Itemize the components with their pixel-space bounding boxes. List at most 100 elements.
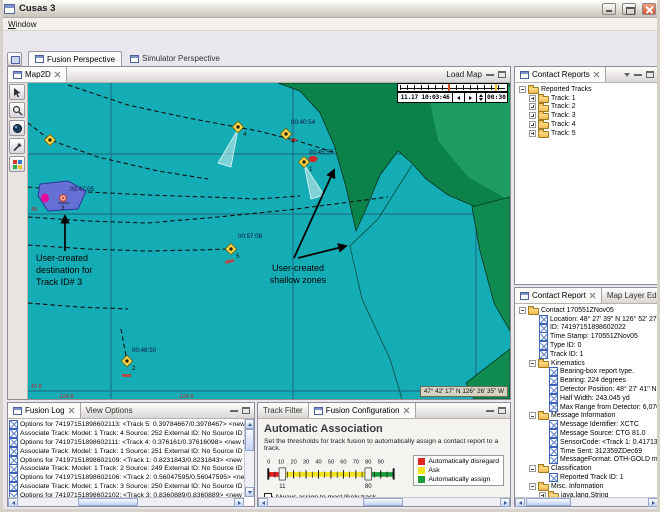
log-entry[interactable]: Options for 74197151898602111: <Track 4:…: [9, 438, 244, 447]
log-entry[interactable]: Associate Track: Model: 1 Track: 1 Sourc…: [9, 447, 244, 456]
tree-item-field[interactable]: Reported Track ID: 1: [517, 473, 658, 482]
tree-item-reported-tracks[interactable]: Reported Tracks: [517, 85, 658, 94]
log-entry[interactable]: Associate Track: Model: 1 Track: 4 Sourc…: [9, 429, 244, 438]
collapse-icon[interactable]: [529, 465, 536, 472]
scroll-up-button[interactable]: [245, 419, 254, 429]
tree-item-field[interactable]: ID: 74197151898602022: [517, 324, 658, 333]
tree-item-contact[interactable]: Contact 170551ZNov05: [517, 306, 658, 315]
expand-icon[interactable]: [529, 95, 536, 102]
expand-icon[interactable]: [529, 103, 536, 110]
timeline-spinner[interactable]: [477, 92, 486, 103]
tree-item-field[interactable]: Message Identifier: XCTC: [517, 420, 658, 429]
minimize-icon[interactable]: [230, 409, 238, 412]
timeline-ruler[interactable]: [397, 83, 508, 92]
maximize-icon[interactable]: [646, 71, 654, 78]
map-canvas[interactable]: 3 00:47:05 4 4: [28, 83, 510, 399]
log-entry[interactable]: Associate Track: Model: 1 Track: 3 Sourc…: [9, 482, 244, 491]
tab-fusion-perspective[interactable]: Fusion Perspective: [28, 51, 122, 66]
tab-fusion-log[interactable]: Fusion Log: [8, 403, 81, 418]
log-entry[interactable]: Options for 74197151898602109: <Track 1:…: [9, 456, 244, 465]
tree-item-field[interactable]: Detector Position: 48° 27' 41" N 126° 52…: [517, 385, 658, 394]
maximize-icon[interactable]: [498, 407, 506, 414]
tree-item-field[interactable]: Max Range from Detector: 6,076.115 yd: [517, 403, 658, 412]
perspective-switcher-icon[interactable]: [7, 52, 22, 66]
tree-item-field[interactable]: Time Stamp: 170551ZNov05: [517, 332, 658, 341]
zoom-tool-button[interactable]: [9, 102, 25, 118]
minimize-icon[interactable]: [634, 73, 642, 76]
scrollbar-thumb[interactable]: [78, 498, 138, 506]
minimize-icon[interactable]: [486, 409, 494, 412]
load-map-button[interactable]: Load Map: [446, 70, 482, 79]
tree-item-track[interactable]: Track: 5: [517, 129, 658, 138]
close-icon[interactable]: [403, 407, 410, 414]
tab-contact-reports[interactable]: Contact Reports: [515, 67, 606, 82]
scroll-down-button[interactable]: [245, 487, 254, 497]
expand-icon[interactable]: [529, 130, 536, 137]
tree-item-track[interactable]: Track: 3: [517, 111, 658, 120]
tab-track-filter[interactable]: Track Filter: [258, 403, 308, 418]
tab-map-layer-editor[interactable]: Map Layer Editor: [602, 288, 660, 303]
vertical-scrollbar[interactable]: [244, 419, 254, 497]
tree-item-field[interactable]: Bearing-box report type.: [517, 368, 658, 377]
slider-high-handle[interactable]: [365, 468, 372, 480]
tree-item-track[interactable]: Track: 1: [517, 94, 658, 103]
timeline-forward-button[interactable]: [465, 92, 477, 103]
tree-item-field[interactable]: Message Source: CTG 81.0: [517, 429, 658, 438]
scrollbar-thumb[interactable]: [245, 429, 254, 451]
collapse-icon[interactable]: [529, 483, 536, 490]
tree-item-classification[interactable]: Classification: [517, 464, 658, 473]
time-tool-button[interactable]: [9, 120, 25, 136]
minimize-button[interactable]: [602, 3, 616, 15]
tab-fusion-configuration[interactable]: Fusion Configuration: [308, 403, 416, 418]
scroll-right-button[interactable]: [648, 498, 658, 507]
menu-window[interactable]: Window: [4, 20, 40, 29]
layers-tool-button[interactable]: [9, 156, 25, 172]
tree-item-field[interactable]: Track ID: 1: [517, 350, 658, 359]
scroll-right-button[interactable]: [500, 498, 510, 507]
close-icon[interactable]: [593, 71, 600, 78]
log-entry[interactable]: Options for 74197151898602113: <Track 5:…: [9, 420, 244, 429]
threshold-slider[interactable]: 0 10 20 30 40 50 60 70 80 90: [264, 455, 407, 491]
horizontal-scrollbar[interactable]: [515, 497, 658, 506]
timeline-back-button[interactable]: [453, 92, 465, 103]
scrollbar-thumb[interactable]: [526, 498, 571, 506]
tree-item-field[interactable]: Bearing: 224 degrees: [517, 376, 658, 385]
tree-item-track[interactable]: Track: 2: [517, 103, 658, 112]
title-bar[interactable]: Cusas 3: [0, 0, 660, 18]
tree-item-track[interactable]: Track: 4: [517, 120, 658, 129]
horizontal-scrollbar[interactable]: [258, 497, 510, 506]
scroll-left-button[interactable]: [515, 498, 525, 507]
pointer-tool-button[interactable]: [9, 84, 25, 100]
tab-view-options[interactable]: View Options: [81, 403, 138, 418]
scroll-left-button[interactable]: [258, 498, 268, 507]
timeline-control[interactable]: 11.17 10:03:46 00:30: [397, 83, 508, 103]
tree-item-message-information[interactable]: Message Information: [517, 412, 658, 421]
timeline-cursor-current[interactable]: [448, 84, 450, 91]
tab-simulator-perspective[interactable]: Simulator Perspective: [124, 51, 226, 66]
slider-low-handle[interactable]: [279, 468, 286, 480]
expand-icon[interactable]: [529, 121, 536, 128]
log-entry[interactable]: Associate Track: Model: 1 Track: 2 Sourc…: [9, 464, 244, 473]
scroll-right-button[interactable]: [234, 498, 244, 507]
minimize-icon[interactable]: [486, 73, 494, 76]
collapse-icon[interactable]: [519, 86, 526, 93]
picker-tool-button[interactable]: [9, 138, 25, 154]
horizontal-scrollbar[interactable]: [8, 497, 244, 506]
scrollbar-thumb[interactable]: [363, 498, 403, 506]
tree-item-field[interactable]: Type ID: 0: [517, 341, 658, 350]
tree-item-misc[interactable]: Misc. Information: [517, 482, 658, 491]
close-icon[interactable]: [54, 71, 61, 78]
scroll-left-button[interactable]: [8, 498, 18, 507]
close-icon[interactable]: [68, 407, 75, 414]
tab-map2d[interactable]: Map2D: [8, 67, 67, 82]
tree-item-field[interactable]: Location: 48° 27' 39" N 126° 52' 27" W: [517, 315, 658, 324]
tree-item-field[interactable]: Time Sent: 312359ZDec69: [517, 447, 658, 456]
collapse-icon[interactable]: [519, 307, 526, 314]
timeline-cursor-mark[interactable]: [495, 84, 497, 91]
tree-item-field[interactable]: Half Width: 243.045 yd: [517, 394, 658, 403]
tree-item-field[interactable]: SensorCode: <Track 1: 0.41713524/0.4171: [517, 438, 658, 447]
view-menu-icon[interactable]: [624, 73, 630, 77]
tree-item-field[interactable]: MessageFormat: OTH-GOLD message forma: [517, 456, 658, 465]
tree-item-kinematics[interactable]: Kinematics: [517, 359, 658, 368]
map-svg[interactable]: 3 00:47:05 4 4: [28, 83, 510, 399]
